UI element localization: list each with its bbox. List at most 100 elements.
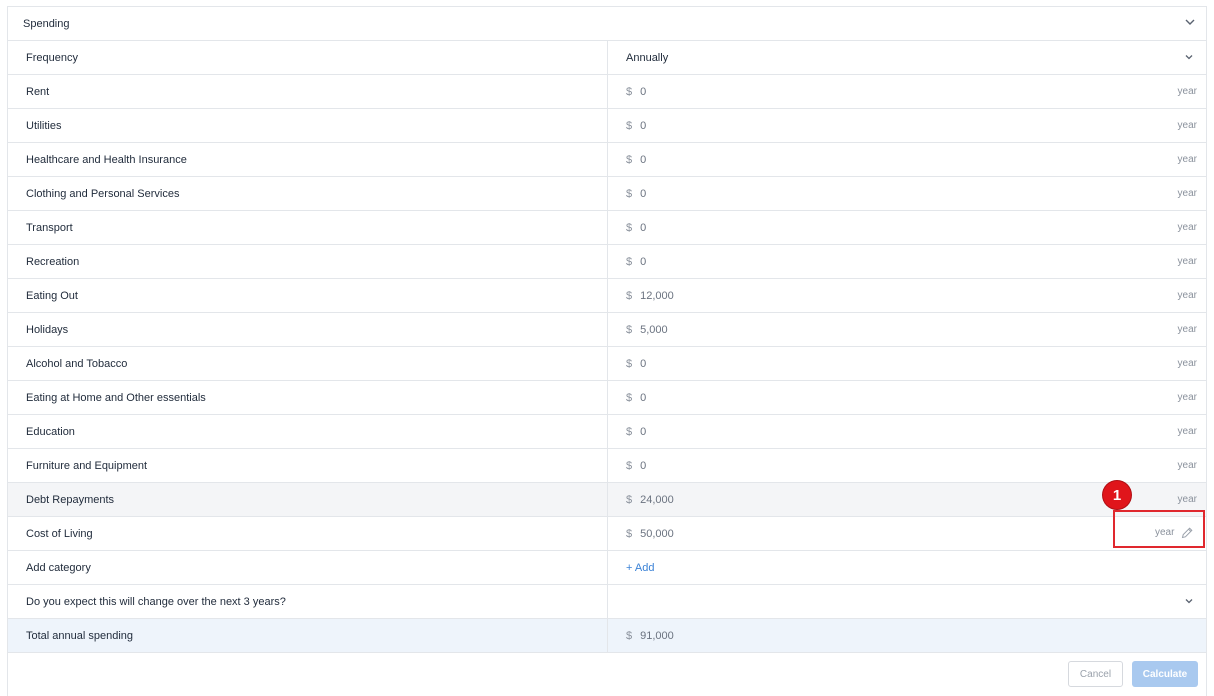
frequency-row: Frequency Annually — [8, 41, 1206, 75]
category-amount: 12,000 — [640, 289, 674, 302]
add-category-link[interactable]: + Add — [626, 562, 654, 574]
chevron-down-icon[interactable] — [1184, 596, 1194, 609]
currency-symbol: $ — [626, 425, 633, 438]
currency-symbol: $ — [626, 221, 633, 234]
category-amount: 24,000 — [640, 493, 674, 506]
category-amount: 0 — [640, 391, 647, 404]
cost-of-living-unit: year — [1155, 527, 1175, 538]
unit-label: year — [1177, 290, 1197, 301]
category-amount: 0 — [640, 85, 647, 98]
category-amount-field[interactable]: $0 year — [608, 109, 1206, 142]
unit-label: year — [1177, 460, 1197, 471]
category-amount: 0 — [640, 425, 647, 438]
category-row: Eating at Home and Other essentials $0 yea… — [8, 381, 1206, 415]
category-amount-field[interactable]: $0 year — [608, 143, 1206, 176]
currency-symbol: $ — [626, 493, 633, 506]
currency-symbol: $ — [626, 153, 633, 166]
category-row: Healthcare and Health Insurance $0 year — [8, 143, 1206, 177]
currency-symbol: $ — [626, 255, 633, 268]
category-row: Cost of Living $50,000 — [8, 517, 1206, 551]
category-label: Cost of Living — [8, 517, 608, 550]
unit-label: year — [1177, 222, 1197, 233]
category-label: Healthcare and Health Insurance — [8, 143, 608, 176]
category-amount-field[interactable]: $0 year — [608, 415, 1206, 448]
frequency-label: Frequency — [8, 41, 608, 74]
cancel-button[interactable]: Cancel — [1068, 661, 1123, 687]
total-row: Total annual spending $ 91,000 — [8, 619, 1206, 653]
category-amount: 0 — [640, 187, 647, 200]
spending-panel: Spending Frequency Annually Rent $0 year Ut… — [7, 6, 1207, 696]
step-marker-badge: 1 — [1103, 481, 1131, 509]
category-row: Education $0 year — [8, 415, 1206, 449]
category-amount-field[interactable]: $0 year — [608, 75, 1206, 108]
unit-label: year — [1177, 426, 1197, 437]
category-label: Alcohol and Tobacco — [8, 347, 608, 380]
category-row: Utilities $0 year — [8, 109, 1206, 143]
category-amount-field[interactable]: $0 year — [608, 449, 1206, 482]
unit-label: year — [1177, 154, 1197, 165]
unit-label: year — [1177, 256, 1197, 267]
currency-symbol: $ — [626, 85, 633, 98]
category-amount-field[interactable]: $0 year — [608, 245, 1206, 278]
category-amount: 0 — [640, 221, 647, 234]
category-amount-field[interactable]: $5,000 year — [608, 313, 1206, 346]
category-amount: 0 — [640, 119, 647, 132]
category-label: Education — [8, 415, 608, 448]
frequency-value: Annually — [626, 51, 669, 64]
currency-symbol: $ — [626, 629, 633, 642]
frequency-select[interactable]: Annually — [608, 41, 1206, 74]
category-row: Furniture and Equipment $0 year — [8, 449, 1206, 483]
unit-label: year — [1177, 324, 1197, 335]
category-row: Debt Repayments $24,000 year — [8, 483, 1206, 517]
category-row: Transport $0 year — [8, 211, 1206, 245]
add-category-row: Add category + Add — [8, 551, 1206, 585]
unit-label: year — [1177, 494, 1197, 505]
category-label: Debt Repayments — [8, 483, 608, 516]
add-category-label: Add category — [8, 551, 608, 584]
currency-symbol: $ — [626, 459, 633, 472]
category-row: Recreation $0 year — [8, 245, 1206, 279]
currency-symbol: $ — [626, 391, 633, 404]
category-row: Rent $0 year — [8, 75, 1206, 109]
chevron-down-icon[interactable] — [1184, 16, 1196, 31]
category-amount: 0 — [640, 255, 647, 268]
category-label: Holidays — [8, 313, 608, 346]
section-title: Spending — [23, 17, 70, 30]
category-amount: 0 — [640, 459, 647, 472]
category-label: Recreation — [8, 245, 608, 278]
change-question-row: Do you expect this will change over the … — [8, 585, 1206, 619]
total-label: Total annual spending — [8, 619, 608, 652]
category-label: Utilities — [8, 109, 608, 142]
unit-label: year — [1177, 120, 1197, 131]
chevron-down-icon[interactable] — [1184, 52, 1194, 65]
category-amount-field[interactable]: $0 year — [608, 381, 1206, 414]
currency-symbol: $ — [626, 323, 633, 336]
category-row: Clothing and Personal Services $0 year — [8, 177, 1206, 211]
category-amount: 0 — [640, 153, 647, 166]
unit-label: year — [1177, 358, 1197, 369]
category-label: Transport — [8, 211, 608, 244]
unit-label: year — [1177, 392, 1197, 403]
category-label: Eating at Home and Other essentials — [8, 381, 608, 414]
currency-symbol: $ — [626, 119, 633, 132]
change-question-label: Do you expect this will change over the … — [8, 585, 608, 618]
category-label: Furniture and Equipment — [8, 449, 608, 482]
currency-symbol: $ — [626, 187, 633, 200]
total-amount: 91,000 — [640, 629, 674, 642]
currency-symbol: $ — [626, 357, 633, 370]
category-amount-field[interactable]: $12,000 year — [608, 279, 1206, 312]
category-amount-field[interactable]: $0 year — [608, 177, 1206, 210]
currency-symbol: $ — [626, 289, 633, 302]
category-label: Clothing and Personal Services — [8, 177, 608, 210]
category-label: Rent — [8, 75, 608, 108]
calculate-button[interactable]: Calculate — [1132, 661, 1198, 687]
category-row: Alcohol and Tobacco $0 year — [8, 347, 1206, 381]
spending-section-header[interactable]: Spending — [8, 7, 1206, 41]
change-question-select[interactable] — [608, 585, 1206, 618]
category-row: Eating Out $12,000 year — [8, 279, 1206, 313]
category-amount-field[interactable]: $0 year — [608, 347, 1206, 380]
pencil-edit-icon[interactable] — [1180, 526, 1194, 545]
category-row: Holidays $5,000 year — [8, 313, 1206, 347]
category-amount-field[interactable]: $0 year — [608, 211, 1206, 244]
unit-label: year — [1177, 188, 1197, 199]
